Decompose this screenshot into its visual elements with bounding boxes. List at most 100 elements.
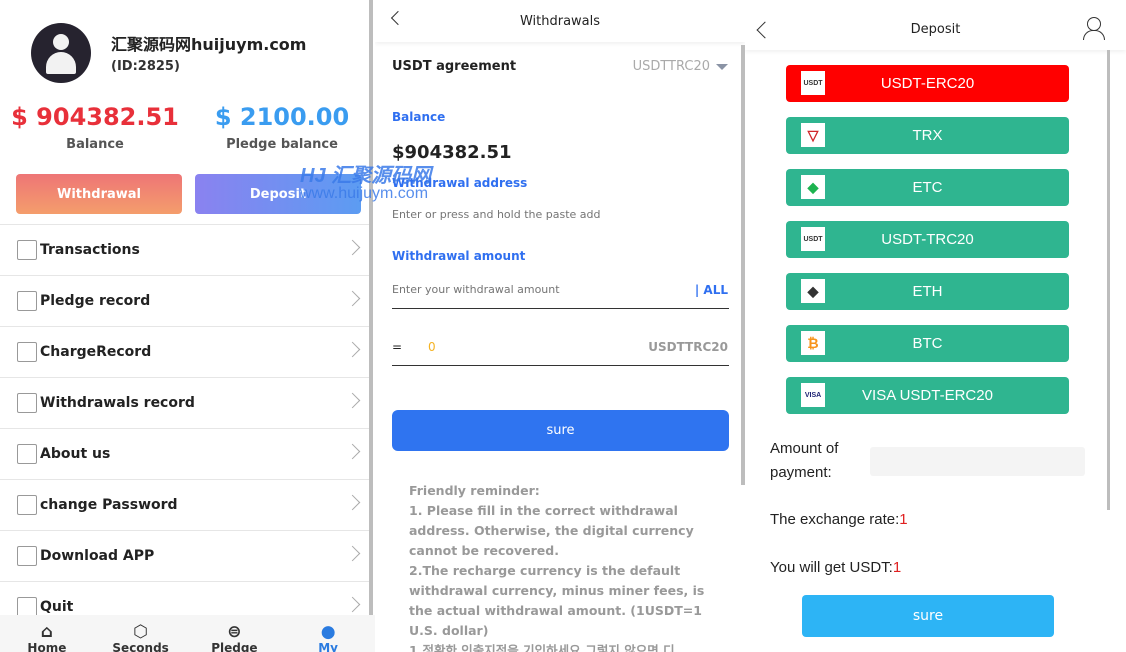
- amount-label: Amount of payment:: [770, 440, 839, 481]
- amount-label: Withdrawal amount: [392, 249, 526, 263]
- rate-label: The exchange rate:: [770, 511, 900, 528]
- list-icon: [17, 393, 37, 413]
- divider: [392, 308, 729, 309]
- menu-item-label: ChargeRecord: [40, 344, 152, 360]
- reminder-text: Friendly reminder: 1. Please fill in the …: [409, 481, 709, 652]
- tron-icon: ▽: [801, 123, 825, 147]
- nav-home[interactable]: ⌂ Home: [0, 615, 94, 652]
- page-title: Deposit: [910, 22, 961, 37]
- caret-down-icon: [716, 63, 728, 70]
- download-icon: [17, 546, 37, 566]
- page-title: Withdrawals: [519, 14, 601, 29]
- nav-label: My: [318, 641, 338, 652]
- balance-amount: $ 904382.51: [11, 103, 179, 131]
- etc-icon: ◆: [801, 175, 825, 199]
- address-label: Withdrawal address: [392, 176, 528, 190]
- amount-input[interactable]: [392, 283, 672, 296]
- menu-item[interactable]: Pledge record: [0, 275, 370, 326]
- users-icon: [17, 444, 37, 464]
- sure-button[interactable]: sure: [392, 410, 729, 451]
- withdrawal-button[interactable]: Withdrawal: [16, 174, 182, 214]
- visa-icon: VISA: [801, 383, 825, 407]
- coin-icon: ⊜: [227, 622, 242, 642]
- menu-item[interactable]: Download APP: [0, 530, 370, 581]
- deposit-button[interactable]: Deposit: [195, 174, 361, 214]
- list-icon: [17, 291, 37, 311]
- home-icon: ⌂: [40, 622, 53, 642]
- balance-label: Balance: [66, 137, 124, 152]
- menu-item-label: About us: [40, 446, 111, 462]
- menu-item-label: change Password: [40, 497, 178, 513]
- coin-label: USDT-ERC20: [880, 75, 975, 92]
- coin-label: ETH: [912, 283, 943, 300]
- list-icon: [17, 240, 37, 260]
- scrollbar[interactable]: [369, 0, 373, 615]
- header: Withdrawals: [375, 0, 745, 42]
- coin-option[interactable]: USDT USDT-ERC20: [786, 65, 1069, 102]
- logout-icon: [17, 597, 37, 617]
- reminder-line: 1.정확한 인출지점을 기입하세요.그렇지 않으면 디: [409, 643, 675, 652]
- cube-icon: ⬡: [133, 622, 149, 642]
- coin-option[interactable]: ◆ ETC: [786, 169, 1069, 206]
- chevron-right-icon: [344, 443, 361, 460]
- menu-item-label: Download APP: [40, 548, 155, 564]
- usdt-icon: USDT: [801, 71, 825, 95]
- menu-item-label: Pledge record: [40, 293, 151, 309]
- balance-value: $904382.51: [392, 142, 512, 163]
- menu-item[interactable]: ChargeRecord: [0, 326, 370, 377]
- coin-option[interactable]: VISA VISA USDT-ERC20: [786, 377, 1069, 414]
- menu-item-label: Quit: [40, 599, 74, 615]
- usdt-icon: USDT: [801, 227, 825, 251]
- sure-button[interactable]: sure: [802, 595, 1054, 637]
- get-row: You will get USDT:1: [770, 556, 901, 580]
- menu-item-label: Transactions: [40, 242, 140, 258]
- reminder-line: Friendly reminder:: [409, 483, 540, 498]
- divider: [392, 365, 729, 366]
- coin-option[interactable]: ₿ BTC: [786, 325, 1069, 362]
- user-icon: ●: [320, 622, 336, 642]
- edit-icon: [17, 495, 37, 515]
- coin-option[interactable]: USDT USDT-TRC20: [786, 221, 1069, 258]
- profile-panel: 汇聚源码网huijuym.com (ID:2825) $ 904382.51 B…: [0, 0, 375, 652]
- nav-pledge[interactable]: ⊜ Pledge: [188, 615, 282, 652]
- get-label: You will get USDT:: [770, 559, 893, 576]
- address-input[interactable]: [392, 208, 692, 221]
- nav-seconds[interactable]: ⬡ Seconds: [94, 615, 188, 652]
- coin-label: USDT-TRC20: [881, 231, 974, 248]
- payment-amount-input[interactable]: [870, 447, 1085, 476]
- rate-row: The exchange rate:1: [770, 508, 908, 532]
- rate-value: 1: [899, 511, 908, 528]
- menu-item[interactable]: About us: [0, 428, 370, 479]
- coin-label: BTC: [912, 335, 943, 352]
- nav-label: Pledge: [211, 641, 258, 652]
- deposit-panel: Deposit USDT USDT-ERC20 ▽ TRX ◆ ETC USDT USDT-T…: [745, 0, 1126, 652]
- menu-item[interactable]: Withdrawals record: [0, 377, 370, 428]
- nav-label: Home: [27, 641, 67, 652]
- menu-item[interactable]: Transactions: [0, 224, 370, 275]
- converted-value: 0: [428, 340, 436, 354]
- coin-option[interactable]: ◆ ETH: [786, 273, 1069, 310]
- menu-list: Transactions Pledge record ChargeRecord Wit…: [0, 224, 370, 632]
- coin-option[interactable]: ▽ TRX: [786, 117, 1069, 154]
- menu-item[interactable]: change Password: [0, 479, 370, 530]
- unit-label: USDTTRC20: [648, 340, 728, 354]
- customer-service-icon[interactable]: [1082, 16, 1106, 40]
- user-id: (ID:2825): [111, 59, 180, 74]
- header: Deposit: [745, 0, 1126, 50]
- chevron-right-icon: [344, 596, 361, 613]
- all-button[interactable]: | ALL: [695, 283, 728, 297]
- pledge-label: Pledge balance: [226, 137, 338, 152]
- reminder-line: 1. Please fill in the correct withdrawal…: [409, 503, 694, 558]
- agreement-value: USDTTRC20: [632, 59, 710, 74]
- get-value: 1: [892, 559, 902, 576]
- nav-my[interactable]: ● My: [281, 615, 375, 652]
- chevron-right-icon: [344, 341, 361, 358]
- avatar[interactable]: [31, 23, 91, 83]
- coin-label: VISA USDT-ERC20: [862, 387, 993, 404]
- eth-icon: ◆: [801, 279, 825, 303]
- withdraw-panel: Withdrawals USDT agreement USDTTRC20 Bal…: [375, 0, 745, 652]
- equals-sign: =: [392, 340, 403, 354]
- agreement-select[interactable]: USDTTRC20: [633, 59, 728, 74]
- scrollbar[interactable]: [1107, 50, 1110, 510]
- chevron-right-icon: [344, 392, 361, 409]
